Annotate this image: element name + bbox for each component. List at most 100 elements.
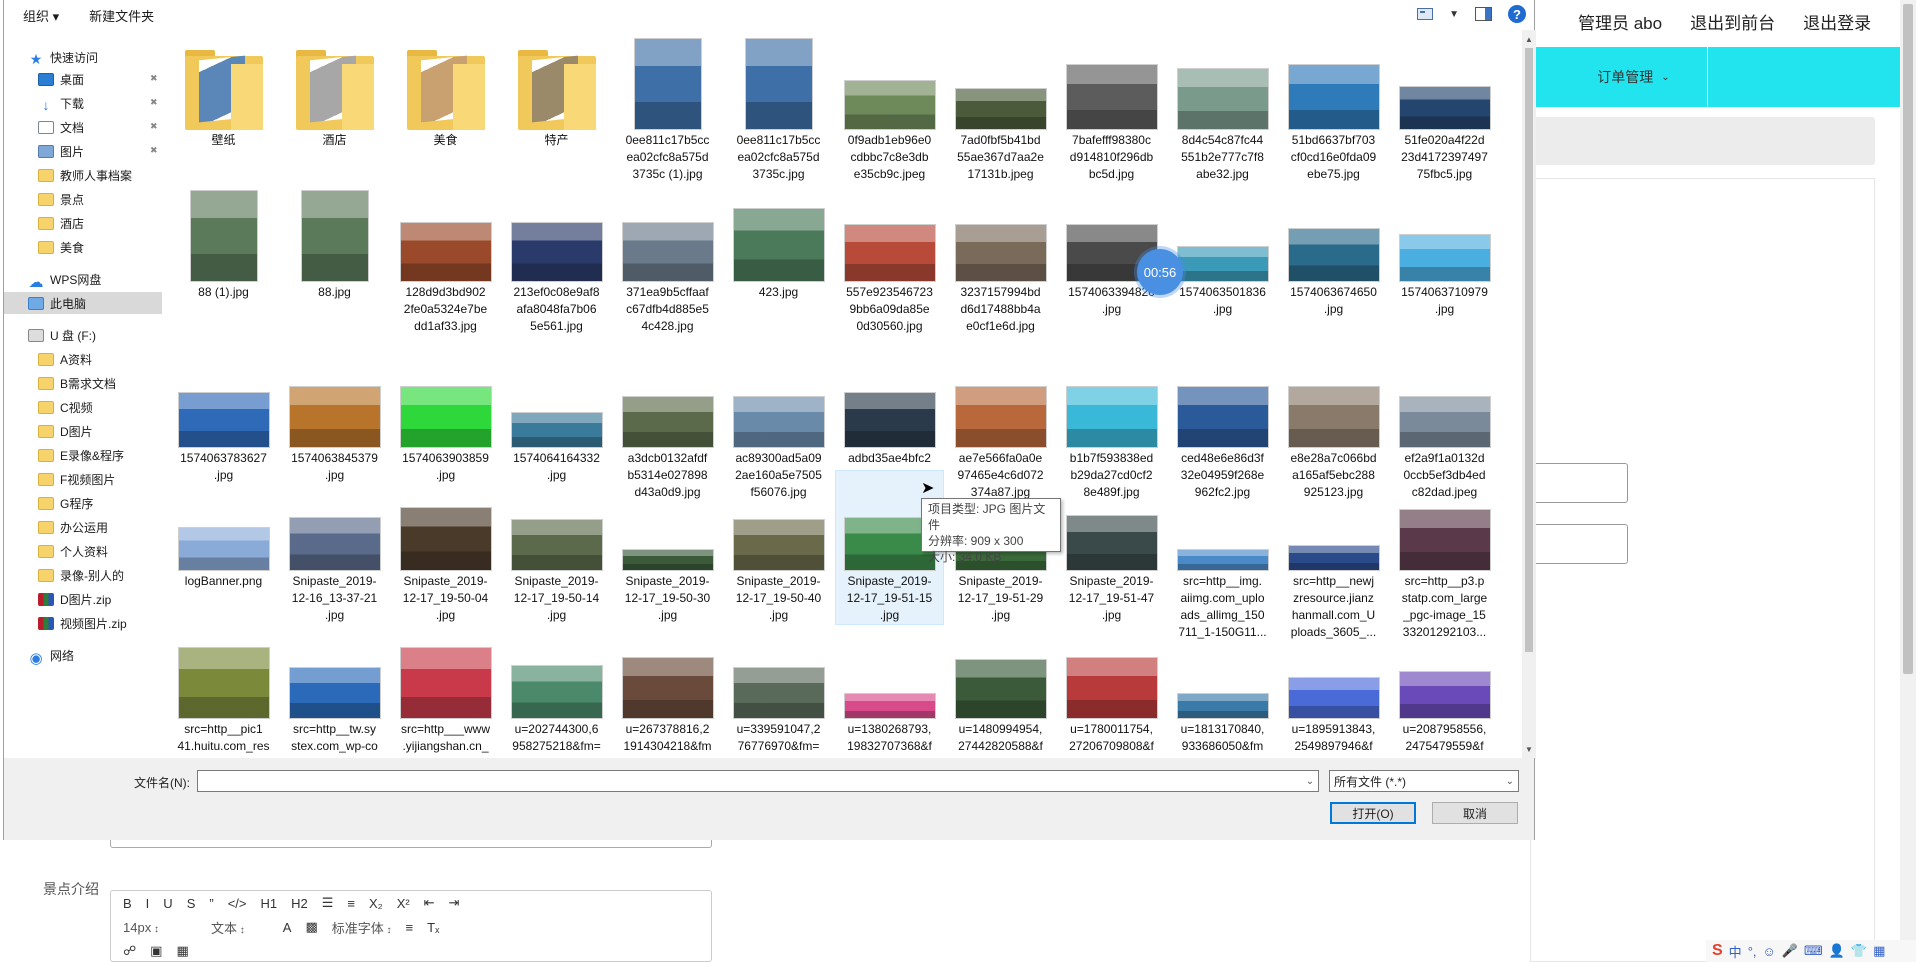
editor-tool-icon[interactable]: ☰ <box>322 895 334 911</box>
nav-item[interactable]: C视频 <box>38 396 93 418</box>
editor-tool-icon[interactable]: I <box>146 896 150 911</box>
pin-icon[interactable]: ✖ <box>150 121 158 132</box>
file-item[interactable]: 213ef0c08e9af8 afa8048fa7b06 5e561.jpg <box>503 182 610 335</box>
table-icon[interactable]: ▦ <box>176 943 188 959</box>
sogou-ime-icon[interactable]: S <box>1712 942 1723 960</box>
logout-link[interactable]: 退出登录 <box>1803 9 1871 34</box>
scroll-up-icon[interactable]: ▲ <box>1522 32 1536 46</box>
file-item[interactable]: logBanner.png <box>170 471 277 590</box>
file-item[interactable]: 8d4c54c87fc44 551b2e777c7f8 abe32.jpg <box>1169 30 1276 183</box>
file-item[interactable]: u=1480994954, 27442820588&f m=26&gp=0.jp… <box>947 619 1054 758</box>
nav-item[interactable]: ↓ 下载 <box>38 92 85 114</box>
file-item[interactable]: 1574063674650 .jpg <box>1280 182 1387 318</box>
editor-tool-icon[interactable]: H2 <box>291 896 308 911</box>
file-item[interactable]: 1574063783627 .jpg <box>170 348 277 484</box>
file-item[interactable]: Snipaste_2019- 12-17_19-50-04 .jpg <box>392 471 499 624</box>
file-item[interactable]: u=339591047,2 76776970&fm= 26&gp=0.jpg <box>725 619 832 758</box>
cancel-button[interactable]: 取消 <box>1432 802 1518 824</box>
open-button[interactable]: 打开(O) <box>1330 802 1416 824</box>
folder-item[interactable]: 壁纸 <box>170 30 277 149</box>
nav-item[interactable]: B需求文档 <box>38 372 116 394</box>
preview-pane-icon[interactable] <box>1475 7 1492 21</box>
file-item[interactable]: 423.jpg <box>725 182 832 301</box>
ime-chinese-icon[interactable]: 中 <box>1729 942 1742 961</box>
nav-item[interactable]: D图片 <box>38 420 93 442</box>
nav-item[interactable]: 个人资料 <box>38 540 108 562</box>
scroll-down-icon[interactable]: ▼ <box>1522 742 1536 756</box>
editor-tool-icon[interactable]: X² <box>397 896 410 911</box>
align-icon[interactable]: ≡ <box>406 920 414 935</box>
nav-item[interactable]: U 盘 (F:) <box>28 324 96 346</box>
nav-item[interactable]: 视频图片.zip <box>38 612 127 634</box>
nav-item[interactable]: F视频图片 <box>38 468 115 490</box>
new-folder-button[interactable]: 新建文件夹 <box>89 6 154 25</box>
file-item[interactable]: 51fe020a4f22d 23d4172397497 75fbc5.jpg <box>1391 30 1498 183</box>
file-item[interactable]: src=http__img. aiimg.com_uplo ads_allimg… <box>1169 471 1276 641</box>
clear-format-icon[interactable]: Tₓ <box>427 920 439 935</box>
pin-icon[interactable]: ✖ <box>150 73 158 84</box>
scrollbar-thumb[interactable] <box>1525 48 1533 652</box>
nav-order-management[interactable]: 订单管理 ⌄ <box>1560 47 1708 107</box>
scrollbar-thumb[interactable] <box>1903 4 1913 674</box>
file-item[interactable]: 557e923546723 9bb6a09da85e 0d30560.jpg <box>836 182 943 335</box>
file-item[interactable]: 1574064164332 .jpg <box>503 348 610 484</box>
file-item[interactable]: u=1813170840, 933686050&fm =26&gp=0.jpg <box>1169 619 1276 758</box>
image-icon[interactable]: ▣ <box>150 943 162 959</box>
page-scrollbar[interactable] <box>1900 0 1916 962</box>
editor-tool-icon[interactable]: S <box>187 896 196 911</box>
editor-tool-icon[interactable]: ≡ <box>347 896 355 911</box>
editor-tool-icon[interactable]: U <box>163 896 172 911</box>
nav-item[interactable]: 教师人事档案 <box>38 164 132 186</box>
file-item[interactable]: u=1780011754, 27206709808&f m=26&gp=0.jp… <box>1058 619 1165 758</box>
view-options-icon[interactable] <box>1417 8 1434 20</box>
file-item[interactable]: 1574063501836 .jpg <box>1169 182 1276 318</box>
file-item[interactable]: 7ad0fbf5b41bd 55ae367d7aa2e 17131b.jpeg <box>947 30 1054 183</box>
editor-tool-icon[interactable]: </> <box>228 896 247 911</box>
file-item[interactable]: src=http__p3.p statp.com_large _pgc-imag… <box>1391 471 1498 641</box>
file-item[interactable]: Snipaste_2019- 12-17_19-50-30 .jpg <box>614 471 721 624</box>
user-icon[interactable]: 👤 <box>1829 943 1845 959</box>
emoji-icon[interactable]: ☺ <box>1763 944 1776 959</box>
nav-item[interactable]: 景点 <box>38 188 84 210</box>
file-type-select[interactable]: 所有文件 (*.*) ⌄ <box>1329 770 1519 792</box>
font-size-select[interactable]: 14px <box>123 920 159 935</box>
file-item[interactable]: u=202744300,6 958275218&fm= 26&gp=0.jpg <box>503 619 610 758</box>
nav-item[interactable]: ★ 快速访问 <box>28 46 98 68</box>
file-item[interactable]: 0f9adb1eb96e0 cdbbc7c8e3db e35cb9c.jpeg <box>836 30 943 183</box>
file-item[interactable]: 371ea9b5cffaaf c67dfb4d885e5 4c428.jpg <box>614 182 721 335</box>
file-item[interactable]: 88 (1).jpg <box>170 182 277 301</box>
nav-item[interactable]: E录像&程序 <box>38 444 124 466</box>
chevron-down-icon[interactable]: ⌄ <box>1301 770 1319 792</box>
microphone-icon[interactable]: 🎤 <box>1782 943 1798 959</box>
nav-item[interactable]: D图片.zip <box>38 588 111 610</box>
nav-item[interactable]: 图片 <box>38 140 84 162</box>
editor-tool-icon[interactable]: ” <box>209 896 213 911</box>
nav-item[interactable]: ◉ 网络 <box>28 644 74 667</box>
file-item[interactable]: 7bafefff98380c d914810f296db bc5d.jpg <box>1058 30 1165 183</box>
keyboard-icon[interactable]: ⌨ <box>1804 943 1823 959</box>
punctuation-icon[interactable]: °, <box>1748 944 1757 959</box>
pin-icon[interactable]: ✖ <box>150 97 158 108</box>
file-item[interactable]: Snipaste_2019- 12-16_13-37-21 .jpg <box>281 471 388 624</box>
file-item[interactable]: Snipaste_2019- 12-17_19-51-47 .jpg <box>1058 471 1165 624</box>
editor-tool-icon[interactable]: ⇥ <box>449 895 460 911</box>
organize-button[interactable]: 组织 ▾ <box>23 6 59 25</box>
editor-tool-icon[interactable]: B <box>123 896 132 911</box>
nav-item[interactable]: G程序 <box>38 492 93 514</box>
file-item[interactable]: src=http__tw.sy stex.com_wp-co ntent_upl… <box>281 619 388 758</box>
folder-item[interactable]: 美食 <box>392 30 499 149</box>
nav-item[interactable]: A资料 <box>38 348 92 370</box>
folder-item[interactable]: 酒店 <box>281 30 388 149</box>
file-item[interactable]: u=1895913843, 2549897946&f m=26&gp=0.jp … <box>1280 619 1387 758</box>
file-item[interactable]: src=http__newj zresource.jianz hanmall.c… <box>1280 471 1387 641</box>
nav-item[interactable]: 酒店 <box>38 212 84 234</box>
editor-tool-icon[interactable]: ⇤ <box>424 895 435 911</box>
exit-to-front-link[interactable]: 退出到前台 <box>1690 9 1775 34</box>
chevron-down-icon[interactable]: ▼ <box>1449 9 1459 20</box>
filename-input[interactable] <box>197 770 1319 792</box>
file-item[interactable]: src=http___www .yijiangshan.cn_ UploadFi… <box>392 619 499 758</box>
file-item[interactable]: 88.jpg <box>281 182 388 301</box>
file-item[interactable]: Snipaste_2019- 12-17_19-50-14 .jpg <box>503 471 610 624</box>
nav-item[interactable]: 文档 <box>38 116 84 138</box>
file-item[interactable]: 128d9d3bd902 2fe0a5324e7be dd1af33.jpg <box>392 182 499 335</box>
